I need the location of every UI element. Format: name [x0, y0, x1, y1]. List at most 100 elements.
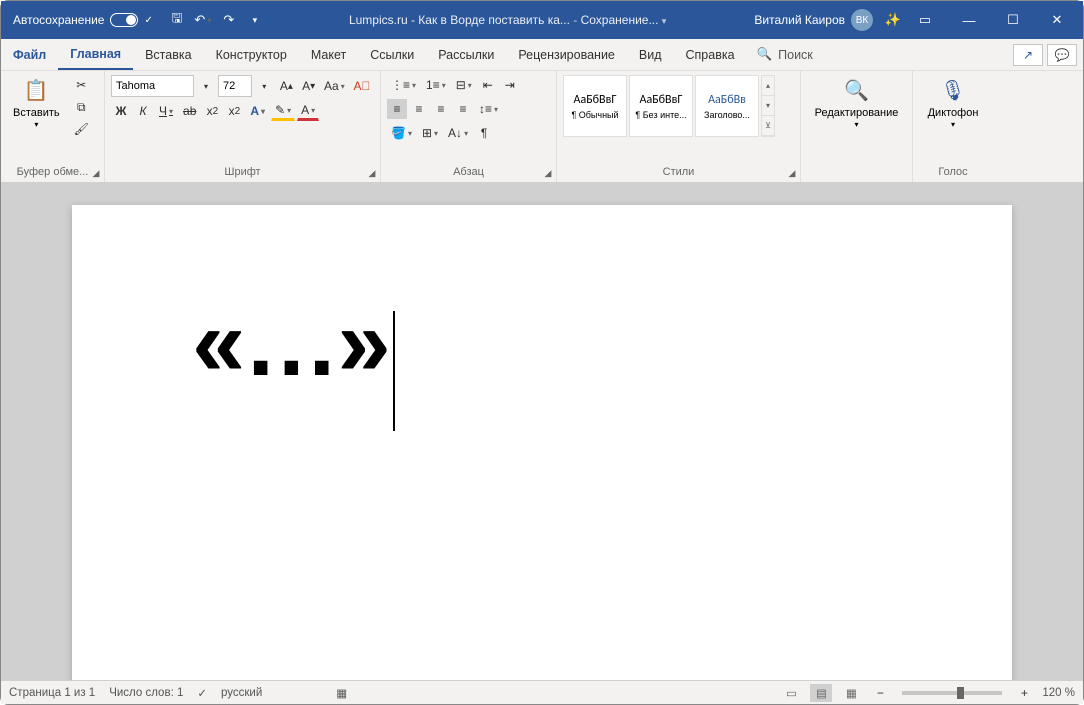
page-indicator[interactable]: Страница 1 из 1: [9, 687, 95, 699]
grow-font-button[interactable]: A▴: [276, 76, 296, 96]
tab-view[interactable]: Вид: [627, 39, 674, 70]
style-normal[interactable]: АаБбВвГ ¶ Обычный: [563, 75, 627, 137]
document-area[interactable]: «…»: [1, 183, 1083, 680]
read-mode-button[interactable]: ▭: [780, 684, 802, 702]
spellcheck-icon[interactable]: ✓: [197, 686, 207, 700]
search-label: Поиск: [778, 48, 813, 62]
multilevel-button[interactable]: ⊟: [452, 75, 476, 95]
quick-access-toolbar: 🖫 ↶ ↷ ▾: [161, 10, 271, 30]
print-layout-button[interactable]: ▤: [810, 684, 832, 702]
tab-insert[interactable]: Вставка: [133, 39, 203, 70]
group-label-styles: Стили: [563, 164, 794, 182]
font-launcher[interactable]: ◢: [366, 167, 378, 179]
tab-design[interactable]: Конструктор: [204, 39, 299, 70]
subscript-button[interactable]: x2: [202, 101, 222, 121]
tab-home[interactable]: Главная: [58, 39, 133, 70]
zoom-level[interactable]: 120 %: [1042, 687, 1075, 699]
font-size-dropdown[interactable]: ▾: [254, 76, 274, 96]
window-controls: ▭ ― ☐ ✕: [903, 1, 1079, 39]
tab-references[interactable]: Ссылки: [358, 39, 426, 70]
align-left-button[interactable]: ≡: [387, 99, 407, 119]
align-center-button[interactable]: ≡: [409, 99, 429, 119]
editing-button[interactable]: 🔍 Редактирование ▾: [807, 75, 906, 132]
share-button[interactable]: ↗: [1013, 44, 1043, 66]
shrink-font-button[interactable]: A▾: [299, 76, 319, 96]
zoom-slider[interactable]: [902, 691, 1002, 695]
maximize-button[interactable]: ☐: [991, 1, 1035, 39]
increase-indent-button[interactable]: ⇥: [500, 75, 520, 95]
zoom-in-button[interactable]: +: [1014, 683, 1034, 703]
highlight-button[interactable]: ✎: [271, 101, 295, 121]
document-title: Lumpics.ru - Как в Ворде поставить ка...: [349, 13, 570, 27]
borders-button[interactable]: ⊞: [418, 123, 442, 143]
font-color-button[interactable]: A: [297, 101, 319, 121]
minimize-button[interactable]: ―: [947, 1, 991, 39]
format-painter-button[interactable]: 🖌: [70, 119, 93, 139]
bold-button[interactable]: Ж: [111, 101, 131, 121]
gallery-up-icon[interactable]: ▴: [762, 76, 774, 96]
user-account[interactable]: Виталий Каиров ВК: [744, 9, 883, 31]
scissors-icon: ✂: [76, 78, 86, 92]
tab-mailings[interactable]: Рассылки: [426, 39, 506, 70]
qat-customize-icon[interactable]: ▾: [245, 10, 265, 30]
search-box[interactable]: 🔍 Поиск: [747, 39, 823, 70]
macro-icon[interactable]: ▦: [336, 686, 347, 700]
show-marks-button[interactable]: ¶: [474, 123, 494, 143]
text-effects-button[interactable]: A: [246, 101, 269, 121]
paste-button[interactable]: 📋 Вставить ▾: [7, 75, 66, 132]
document-text[interactable]: «…»: [192, 289, 389, 396]
decrease-indent-button[interactable]: ⇤: [478, 75, 498, 95]
group-font: Tahoma ▾ 72 ▾ A▴ A▾ Aa A⃠ Ж К Ч ab x2 x2…: [105, 71, 381, 182]
window-title: Lumpics.ru - Как в Ворде поставить ка...…: [271, 13, 745, 27]
paragraph-launcher[interactable]: ◢: [542, 167, 554, 179]
shading-button[interactable]: 🪣: [387, 123, 416, 143]
gallery-down-icon[interactable]: ▾: [762, 96, 774, 116]
justify-button[interactable]: ≡: [453, 99, 473, 119]
bullets-button[interactable]: ⋮≡: [387, 75, 420, 95]
user-name: Виталий Каиров: [754, 13, 845, 27]
autosave-toggle[interactable]: [110, 13, 138, 27]
cut-button[interactable]: ✂: [70, 75, 93, 95]
group-label-paragraph: Абзац: [387, 164, 550, 182]
ribbon-display-button[interactable]: ▭: [903, 1, 947, 39]
italic-button[interactable]: К: [133, 101, 153, 121]
save-icon[interactable]: 🖫: [167, 10, 187, 30]
coming-soon-icon[interactable]: ✨: [883, 10, 903, 30]
autosave-label: Автосохранение: [13, 13, 104, 27]
numbering-button[interactable]: 1≡: [422, 75, 450, 95]
font-name-dropdown[interactable]: ▾: [196, 76, 216, 96]
underline-button[interactable]: Ч: [155, 101, 177, 121]
superscript-button[interactable]: x2: [224, 101, 244, 121]
web-layout-button[interactable]: ▦: [840, 684, 862, 702]
save-status: Сохранение...: [581, 13, 659, 27]
tab-review[interactable]: Рецензирование: [506, 39, 627, 70]
style-heading1[interactable]: АаБбВв Заголово...: [695, 75, 759, 137]
align-right-button[interactable]: ≡: [431, 99, 451, 119]
sort-button[interactable]: A↓: [444, 123, 472, 143]
styles-launcher[interactable]: ◢: [786, 167, 798, 179]
dictate-button[interactable]: 🎙 Диктофон ▾: [919, 75, 987, 132]
comments-button[interactable]: 💬: [1047, 44, 1077, 66]
style-no-spacing[interactable]: АаБбВвГ ¶ Без инте...: [629, 75, 693, 137]
word-count[interactable]: Число слов: 1: [109, 687, 183, 699]
gallery-more-icon[interactable]: ⊻: [762, 116, 774, 136]
undo-button[interactable]: ↶: [193, 10, 213, 30]
close-button[interactable]: ✕: [1035, 1, 1079, 39]
change-case-button[interactable]: Aa: [321, 76, 348, 96]
document-page[interactable]: «…»: [72, 205, 1012, 680]
tab-file[interactable]: Файл: [1, 39, 58, 70]
font-size-input[interactable]: 72: [218, 75, 252, 97]
strikethrough-button[interactable]: ab: [179, 101, 200, 121]
copy-button[interactable]: ⧉: [70, 97, 93, 117]
tab-help[interactable]: Справка: [674, 39, 747, 70]
ribbon: 📋 Вставить ▾ ✂ ⧉ 🖌 Буфер обме... ◢ Tahom…: [1, 71, 1083, 183]
font-name-input[interactable]: Tahoma: [111, 75, 194, 97]
zoom-out-button[interactable]: −: [870, 683, 890, 703]
clear-formatting-button[interactable]: A⃠: [350, 76, 374, 96]
language-indicator[interactable]: русский: [221, 687, 262, 699]
find-icon: 🔍: [843, 77, 871, 105]
redo-button[interactable]: ↷: [219, 10, 239, 30]
clipboard-launcher[interactable]: ◢: [90, 167, 102, 179]
tab-layout[interactable]: Макет: [299, 39, 358, 70]
line-spacing-button[interactable]: ↕≡: [475, 99, 502, 119]
